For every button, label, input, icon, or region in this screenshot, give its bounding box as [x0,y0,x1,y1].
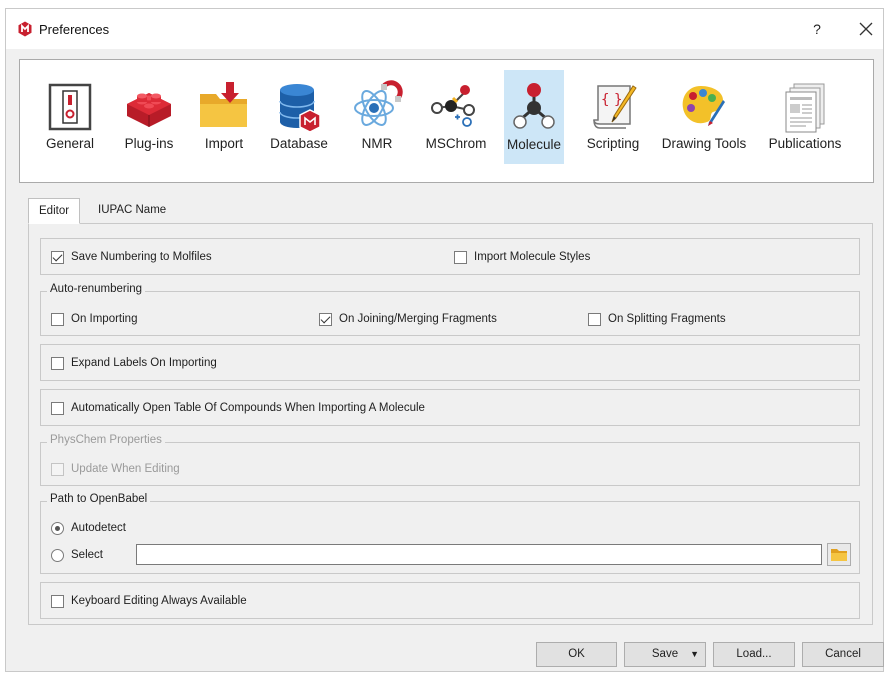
mschrom-icon [431,85,475,127]
tab-iupac-name[interactable]: IUPAC Name [88,198,176,224]
category-label: Drawing Tools [661,136,747,151]
radio-label: Autodetect [71,522,126,534]
keyboard-editing-checkbox[interactable]: Keyboard Editing Always Available [51,593,247,609]
category-molecule[interactable]: Molecule [504,70,564,164]
checkbox-label: On Splitting Fragments [608,313,726,325]
auto-open-table-group: Automatically Open Table Of Compounds Wh… [40,389,860,426]
category-drawing-tools[interactable]: Drawing Tools [658,74,750,164]
category-label: Molecule [506,137,562,152]
cancel-button[interactable]: Cancel [802,642,884,667]
group-title: Path to OpenBabel [47,493,151,505]
tab-editor[interactable]: Editor [28,198,81,224]
window-title: Preferences [39,22,110,37]
checkbox-box[interactable] [51,401,64,415]
folder-icon [831,549,847,561]
save-button[interactable]: Save ▼ [624,642,706,667]
radio-label: Select [71,549,103,561]
database-icon [279,84,321,133]
save-numbering-checkbox[interactable]: Save Numbering to Molfiles [51,249,212,265]
save-options-group: Save Numbering to Molfiles Import Molecu… [40,238,860,275]
nmr-icon [354,80,403,126]
checkbox-box[interactable] [51,594,64,608]
checkbox-box[interactable] [51,312,64,326]
category-label: Database [270,136,328,151]
category-label: NMR [361,136,393,151]
openbabel-path-group: Path to OpenBabel Autodetect Select [40,493,860,574]
group-title: PhysChem Properties [47,434,165,446]
select-radio[interactable]: Select [51,547,103,563]
auto-open-table-checkbox[interactable]: Automatically Open Table Of Compounds Wh… [51,400,425,416]
category-import[interactable]: Import [194,74,254,164]
title-bar: Preferences ? [6,9,883,49]
browse-folder-button[interactable] [827,543,851,566]
button-label: Load... [736,648,772,660]
app-logo-icon [18,21,32,37]
publications-icon [785,83,825,133]
category-toolbar: General Plug-ins Import Database NMR MSC… [19,59,874,183]
close-icon[interactable] [854,17,878,41]
category-mschrom[interactable]: MSChrom [423,74,489,164]
category-label: Publications [768,136,842,151]
button-label: OK [568,648,585,660]
on-importing-checkbox[interactable]: On Importing [51,311,137,327]
category-label: Plug-ins [124,136,174,151]
autodetect-radio[interactable]: Autodetect [51,520,126,536]
checkbox-box [51,462,64,476]
update-when-editing-checkbox: Update When Editing [51,461,180,477]
switch-icon [48,83,92,131]
category-general[interactable]: General [38,74,102,164]
category-label: MSChrom [425,136,487,151]
folder-import-icon [200,82,247,127]
button-label: Cancel [825,648,861,660]
openbabel-path-input[interactable] [136,544,822,565]
auto-renumbering-group: Auto-renumbering On Importing On Joining… [40,283,860,336]
checkbox-label: On Joining/Merging Fragments [339,313,497,325]
category-publications[interactable]: Publications [764,74,846,164]
load-button[interactable]: Load... [713,642,795,667]
physchem-group: PhysChem Properties Update When Editing [40,434,860,486]
category-label: General [45,136,95,151]
checkbox-label: Expand Labels On Importing [71,357,217,369]
checkbox-label: Update When Editing [71,463,180,475]
radio-button[interactable] [51,521,64,535]
category-label: Import [204,136,244,151]
checkbox-box[interactable] [319,312,332,326]
category-plugins[interactable]: Plug-ins [116,74,182,164]
checkbox-label: Save Numbering to Molfiles [71,251,212,263]
checkbox-label: Keyboard Editing Always Available [71,595,247,607]
dropdown-arrow-icon[interactable]: ▼ [690,643,699,666]
checkbox-box[interactable] [588,312,601,326]
category-nmr[interactable]: NMR [348,74,406,164]
category-scripting[interactable]: { } Scripting [580,74,646,164]
editor-tab-panel: Save Numbering to Molfiles Import Molecu… [28,223,873,625]
help-button[interactable]: ? [807,19,827,39]
checkbox-box[interactable] [454,250,467,264]
brick-icon [127,93,171,127]
checkbox-label: On Importing [71,313,138,325]
group-title: Auto-renumbering [47,283,146,295]
expand-labels-checkbox[interactable]: Expand Labels On Importing [51,355,217,371]
checkbox-label: Automatically Open Table Of Compounds Wh… [71,402,425,414]
radio-button[interactable] [51,548,64,562]
import-styles-checkbox[interactable]: Import Molecule Styles [454,249,590,265]
checkbox-label: Import Molecule Styles [474,251,591,263]
on-joining-checkbox[interactable]: On Joining/Merging Fragments [319,311,497,327]
expand-labels-group: Expand Labels On Importing [40,344,860,381]
preferences-dialog: Preferences ? General Plug-ins Import Da… [5,8,884,672]
button-label: Save [651,648,679,660]
checkbox-box[interactable] [51,356,64,370]
svg-text:{: { [601,92,609,108]
category-database[interactable]: Database [266,74,332,164]
molecule-icon [513,83,555,129]
keyboard-editing-group: Keyboard Editing Always Available [40,582,860,619]
checkbox-box[interactable] [51,250,64,264]
ok-button[interactable]: OK [536,642,617,667]
on-splitting-checkbox[interactable]: On Splitting Fragments [588,311,726,327]
script-icon: { } [593,85,637,129]
palette-icon [682,86,725,126]
category-label: Scripting [586,136,640,151]
